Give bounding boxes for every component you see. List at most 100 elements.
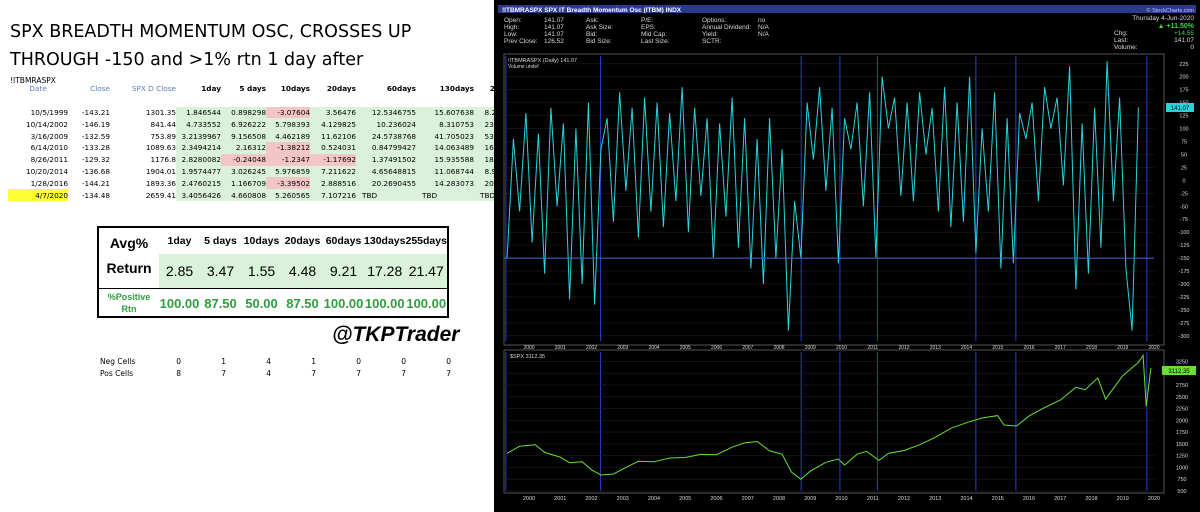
spx-x-tick: 2002 bbox=[585, 496, 597, 502]
column-header: 10days bbox=[280, 84, 310, 94]
osc-y-tick: -150 bbox=[1178, 256, 1189, 262]
neg-cell-count: 1 bbox=[221, 356, 226, 366]
spx-x-tick: 2008 bbox=[773, 496, 785, 502]
avg-value: 17.28 bbox=[364, 254, 406, 288]
return-cell: -0.24048 bbox=[221, 153, 266, 166]
return-cell: 1.846544 bbox=[176, 106, 221, 119]
neg-cell-count: 4 bbox=[266, 356, 271, 366]
spx-x-tick: 2016 bbox=[1023, 496, 1035, 502]
osc-y-tick: 50 bbox=[1181, 152, 1187, 158]
low-label: Low: bbox=[504, 31, 518, 38]
avg-period-header: 20days bbox=[284, 235, 321, 247]
return-cell: 1.166709 bbox=[221, 177, 266, 190]
pos-cell-count: 7 bbox=[356, 368, 361, 378]
spx-y-tick: 3250 bbox=[1176, 359, 1188, 365]
return-cell: 1.9574477 bbox=[176, 165, 221, 178]
spx-x-tick: 2013 bbox=[929, 496, 941, 502]
avg-value: 3.47 bbox=[200, 254, 242, 288]
date-cell: 1/28/2016 bbox=[30, 178, 68, 188]
last-size-label: Last Size: bbox=[641, 38, 670, 45]
return-cell: 1.37491502 bbox=[356, 153, 416, 166]
return-cell: 41.705023 bbox=[416, 130, 474, 142]
close-cell: -132.59 bbox=[81, 131, 110, 141]
table-row: 3/16/2009 -132.59 753.89 3.2139967 9.156508 4… bbox=[8, 130, 524, 142]
spx-y-tick: 1750 bbox=[1176, 430, 1188, 436]
return-cell: 2.8280082 bbox=[176, 153, 221, 166]
column-header: SPX D Close bbox=[131, 84, 176, 94]
table-row: 10/5/1999 -143.21 1301.35 1.846544 0.898298-… bbox=[8, 106, 524, 119]
avg-value: 1.55 bbox=[241, 254, 283, 288]
pos-cell-count: 7 bbox=[446, 368, 451, 378]
osc-y-tick: 175 bbox=[1179, 88, 1188, 94]
positive-value: 50.00 bbox=[245, 295, 278, 311]
spacer-cell bbox=[8, 95, 524, 107]
date-cell: 10/20/2014 bbox=[25, 166, 68, 176]
return-cell: 9.156508 bbox=[221, 130, 266, 142]
positive-value: 100.00 bbox=[323, 295, 364, 311]
date-cell: 4/7/2020 bbox=[8, 189, 68, 201]
return-cell: 5.260565 bbox=[266, 189, 310, 201]
pos-cell-count: 4 bbox=[266, 368, 271, 378]
osc-last-badge: 141.07 bbox=[1171, 106, 1190, 112]
spx-x-tick: 2004 bbox=[648, 496, 660, 502]
spx-x-axis: 2000 2001 2002 2003 2004 2005 2006 2007 2008 2009… bbox=[523, 496, 1160, 502]
spx-x-tick: 2019 bbox=[1117, 496, 1129, 502]
avg-label-line1: Avg% bbox=[109, 234, 149, 251]
eps-label: EPS: bbox=[641, 24, 656, 31]
avg-value: 21.47 bbox=[405, 254, 447, 288]
last-label: Last: bbox=[1114, 37, 1128, 44]
return-cell: 3.2139967 bbox=[176, 130, 221, 142]
return-cell: 8.310753 bbox=[416, 118, 474, 131]
spx-x-tick: 2015 bbox=[992, 496, 1004, 502]
volume-value: 0 bbox=[1190, 44, 1194, 51]
table-row: 8/26/2011 -129.32 1176.8 2.8280082 -0.24048-… bbox=[8, 153, 524, 166]
options-value: no bbox=[758, 17, 766, 24]
osc-series-line bbox=[506, 61, 1139, 331]
mid-cap-label: Mid Cap: bbox=[641, 31, 667, 38]
neg-cell-count: 0 bbox=[356, 356, 361, 366]
page-title-line1: SPX BREADTH MOMENTUM OSC, CROSSES UP bbox=[10, 22, 412, 42]
return-cell: 6.926222 bbox=[221, 118, 266, 131]
spx-x-tick: 2020 bbox=[1148, 496, 1160, 502]
spx-x-tick: 2011 bbox=[867, 496, 879, 502]
quote-date: Thursday 4-Jun-2020 bbox=[1132, 15, 1194, 22]
osc-signal-lines bbox=[505, 56, 1148, 491]
date-cell: 10/5/1999 bbox=[30, 107, 68, 117]
osc-y-tick: 0 bbox=[1182, 178, 1185, 184]
date-cell: 3/16/2009 bbox=[30, 131, 68, 141]
close-cell: -133.28 bbox=[81, 143, 110, 153]
osc-y-tick: 225 bbox=[1179, 62, 1188, 68]
return-cell: 12.5346755 bbox=[356, 106, 416, 119]
pos-cell-count: 7 bbox=[401, 368, 406, 378]
spx-close-cell: 1893.36 bbox=[145, 178, 176, 188]
osc-y-tick: -75 bbox=[1180, 217, 1188, 223]
spx-close-cell: 1301.35 bbox=[145, 107, 176, 117]
return-cell: 0.84799427 bbox=[356, 141, 416, 154]
osc-y-tick: -50 bbox=[1180, 204, 1188, 210]
high-label: High: bbox=[504, 24, 519, 31]
yield-value: N/A bbox=[758, 31, 770, 38]
column-header: 60days bbox=[386, 84, 416, 94]
spx-y-tick: 2000 bbox=[1176, 418, 1188, 424]
annual-dividend-value: N/A bbox=[758, 24, 770, 31]
spx-close-cell: 1176.8 bbox=[150, 155, 176, 165]
table-row: 6/14/2010 -133.28 1089.63 2.3494214 2.16312-… bbox=[8, 141, 524, 154]
bid-label: Bid: bbox=[586, 31, 597, 38]
positive-value: 100.00 bbox=[159, 295, 200, 311]
return-cell: 3.026245 bbox=[221, 165, 266, 178]
prev-close-value: 126.52 bbox=[544, 38, 564, 45]
spx-y-tick: 750 bbox=[1177, 477, 1186, 483]
cell-count-table: Neg Cells 0 1 4 1 0 0 0 Pos Cells 8 7 4 … bbox=[100, 355, 451, 379]
spx-y-tick: 1000 bbox=[1176, 465, 1188, 471]
positive-value: 100.00 bbox=[406, 295, 447, 311]
avg-value: 4.48 bbox=[282, 254, 324, 288]
ask-label: Ask: bbox=[586, 17, 599, 24]
avg-period-header: 130days bbox=[364, 235, 406, 247]
return-cell: 7.211622 bbox=[310, 165, 356, 178]
return-cell: 0.898298 bbox=[221, 106, 266, 119]
volume-label: Volume: bbox=[1114, 44, 1138, 51]
avg-period-header: 255days bbox=[405, 235, 447, 247]
return-cell: 7.107216 bbox=[310, 189, 356, 201]
yield-label: Yield: bbox=[702, 31, 718, 38]
osc-y-tick: -175 bbox=[1178, 269, 1189, 275]
